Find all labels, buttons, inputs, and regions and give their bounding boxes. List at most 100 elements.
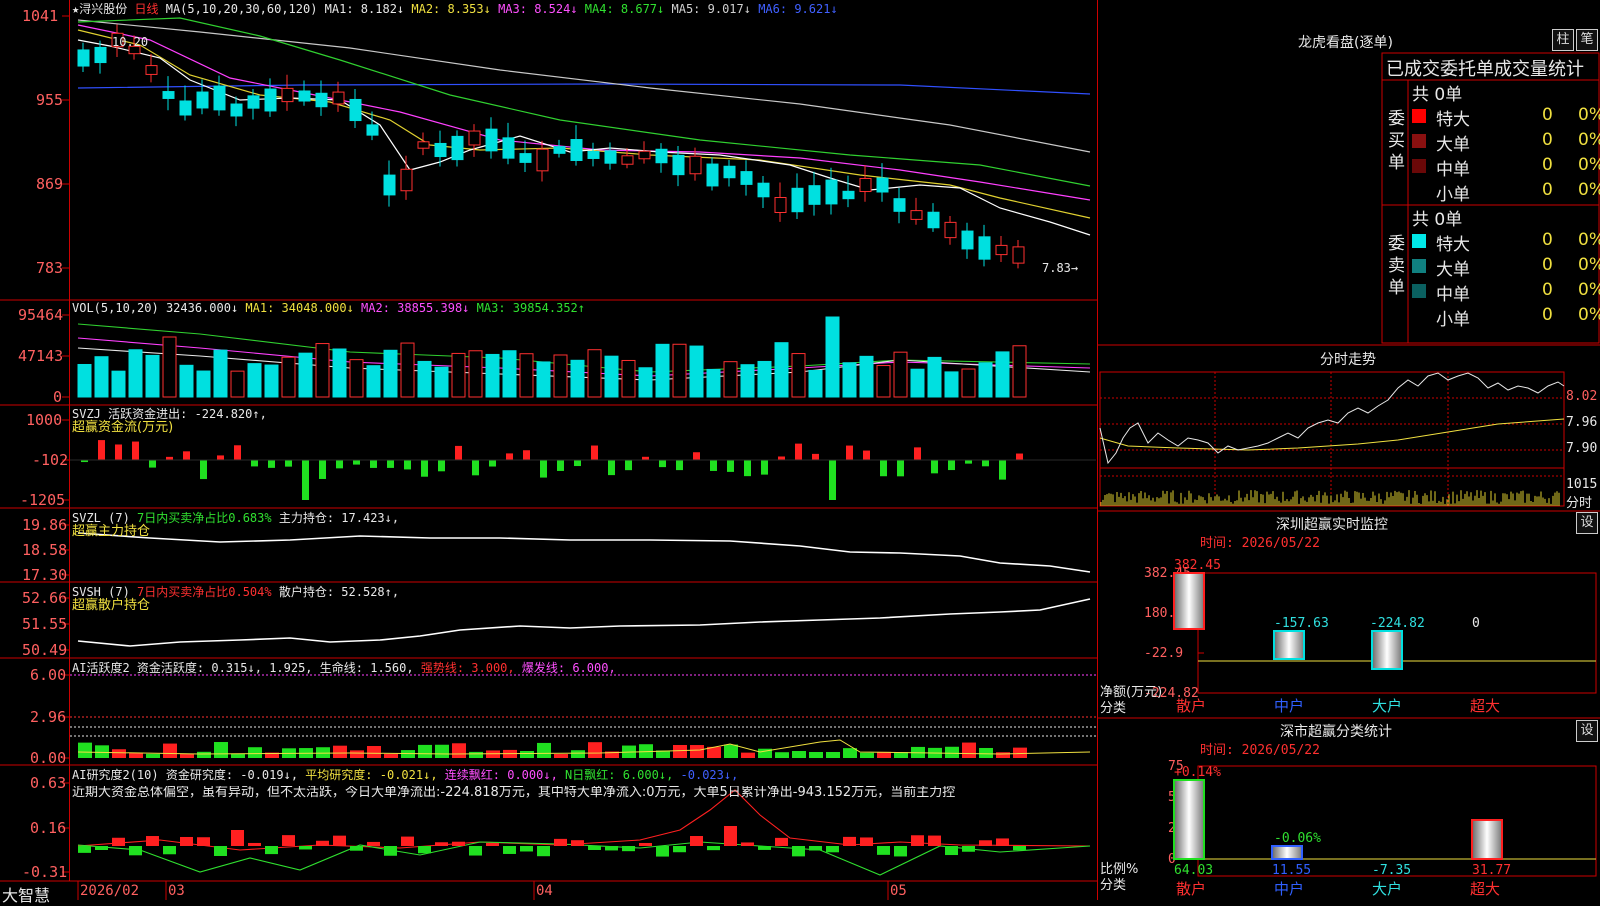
ai2-bar xyxy=(741,842,754,846)
candle-up xyxy=(995,244,1008,256)
sell-row-count: 0 xyxy=(1542,230,1553,250)
ai2-bar xyxy=(809,846,822,851)
sell-swatch-3 xyxy=(1412,309,1426,323)
buy-swatch-3 xyxy=(1412,184,1426,198)
volume-bar xyxy=(298,352,313,398)
ai1-axis-high: 6.00 xyxy=(30,666,67,684)
ai2-bar xyxy=(520,846,533,852)
sz-class-cat: 大户 xyxy=(1372,880,1402,898)
ai1-bar xyxy=(129,752,143,758)
ai1-bar xyxy=(214,742,228,758)
kline-chart-area[interactable]: 7.83→ 10.20 xyxy=(0,0,1098,900)
ai2-bar xyxy=(758,846,771,850)
candle-down xyxy=(655,148,668,164)
svzj-bar xyxy=(370,460,377,468)
vol-header: VOL(5,10,20) 32436.000↓ MA1: 34048.000↓ … xyxy=(72,301,585,315)
ai1-bar xyxy=(792,750,806,758)
ai2-bar xyxy=(367,841,380,846)
candle-down xyxy=(451,135,464,161)
volume-bar xyxy=(213,349,228,398)
ma-param-label[interactable]: MA(5,10,20,30,60,120) xyxy=(166,2,318,16)
column-view-button[interactable]: 柱 xyxy=(1552,29,1574,51)
candle-up xyxy=(468,130,481,146)
panel-borders xyxy=(0,0,1098,900)
ai1-bar xyxy=(843,748,857,758)
svzj-bar xyxy=(217,455,224,460)
svzj-header[interactable]: SVZJ 活跃资金进出: -224.820↑, xyxy=(72,407,267,421)
ai1-bar xyxy=(316,747,330,758)
period-label[interactable]: 日线 xyxy=(134,2,158,16)
svzl-ratio: 7日内买卖净占比0.683% xyxy=(137,511,272,525)
svzj-bar xyxy=(489,460,496,467)
svzj-bar xyxy=(251,460,258,467)
ai2-bar xyxy=(707,846,720,851)
sz-class-value: 11.55 xyxy=(1272,863,1311,878)
ai2-bar xyxy=(129,846,142,856)
volume-bar xyxy=(774,342,789,398)
ai2-bar xyxy=(146,836,159,846)
pen-view-button[interactable]: 笔 xyxy=(1576,29,1598,51)
volume-bar xyxy=(604,355,619,398)
svzl-label[interactable]: SVZL (7) xyxy=(72,511,130,525)
ai2-bar xyxy=(486,842,499,846)
ai2-label[interactable]: AI研究度2(10) xyxy=(72,768,159,782)
svzj-bar xyxy=(285,460,292,467)
svzj-bar xyxy=(302,460,309,500)
candle-down xyxy=(94,46,107,64)
candle-up xyxy=(400,168,413,192)
svzj-axis-low: -1205 xyxy=(20,491,66,509)
ai2-bar xyxy=(996,838,1009,846)
candle-down xyxy=(349,98,362,122)
ai1-bar xyxy=(690,745,704,758)
ai2-bar xyxy=(197,837,210,846)
stock-name[interactable]: ★浔兴股份 xyxy=(72,2,127,16)
svzj-bar xyxy=(353,460,360,465)
ai1-bar xyxy=(197,751,211,758)
ai2-bar xyxy=(350,846,363,851)
ai1-bar xyxy=(180,753,194,758)
intraday-axis-mid: 7.96 xyxy=(1566,415,1598,430)
lhb-title: 龙虎看盘(逐单) xyxy=(1298,35,1393,51)
svzl-axis-high: 19.86 xyxy=(22,516,68,534)
ai2-bar xyxy=(605,846,618,851)
volume-bar xyxy=(825,316,840,398)
svzj-bar xyxy=(897,460,904,477)
ai1-bar xyxy=(1013,747,1027,758)
ai1-burstline: 爆发线: 6.000, xyxy=(521,661,616,675)
intraday-chart[interactable] xyxy=(1098,368,1600,511)
sell-row-pct: 0% xyxy=(1578,230,1600,250)
svzj-bar xyxy=(319,460,326,479)
ai1-bar xyxy=(979,747,993,758)
ai1-bar xyxy=(571,750,585,758)
volume-bar xyxy=(77,363,92,398)
svzj-bar xyxy=(608,460,615,476)
volume-bar xyxy=(230,370,245,398)
ai2-cont-red: 连续飘红: 0.000↓, xyxy=(444,768,558,782)
candle-down xyxy=(264,88,277,112)
ai1-bar xyxy=(520,751,534,758)
candle-up xyxy=(621,155,634,165)
intraday-axis-low: 7.90 xyxy=(1566,441,1598,456)
candle-up xyxy=(536,148,549,172)
svsh-ratio: 7日内买卖净占比0.504% xyxy=(137,585,272,599)
svzj-bar xyxy=(115,444,122,460)
sz-monitor-cat: 大户 xyxy=(1372,697,1402,715)
ai1-label[interactable]: AI活跃度2 xyxy=(72,661,130,675)
high-price-note: 10.20 xyxy=(112,35,148,49)
svzj-bar xyxy=(1016,453,1023,460)
sell-swatch-2 xyxy=(1412,284,1426,298)
buy-row-count: 0 xyxy=(1542,130,1553,150)
vol-label[interactable]: VOL(5,10,20) xyxy=(72,301,159,315)
svsh-hold: 散户持仓: 52.528↑, xyxy=(278,585,400,599)
svzj-bar xyxy=(710,460,717,471)
svsh-label[interactable]: SVSH (7) xyxy=(72,585,130,599)
candle-down xyxy=(315,92,328,108)
buy-total: 共 0单 xyxy=(1412,85,1463,105)
ai2-axis-high: 0.63 xyxy=(30,774,67,792)
ai1-bar xyxy=(78,742,92,758)
volume-bar xyxy=(757,360,772,398)
ai2-bar xyxy=(877,846,890,855)
buy-side-label: 委买单 xyxy=(1388,109,1405,173)
candle-up xyxy=(145,65,158,75)
ai1-bar xyxy=(384,753,398,758)
